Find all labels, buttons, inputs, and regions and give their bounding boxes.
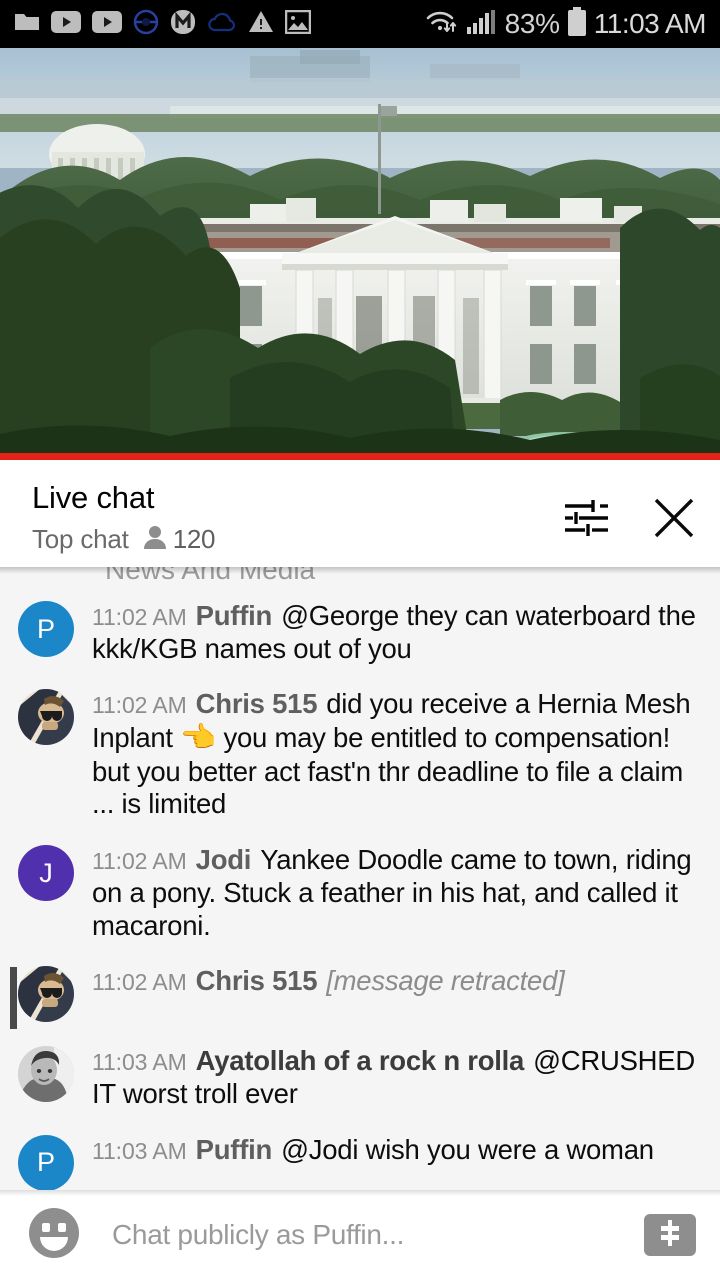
youtube-live-chat-screen: 83% 11:03 AM Live chat Top chat 120 News… [0,0,720,1280]
status-bar-notification-icons [14,9,312,40]
message-author[interactable]: Chris 515 [196,688,318,719]
man-sunglasses-photo [18,689,74,746]
clock-label: 11:03 AM [593,8,707,39]
white-house-video-frame [0,48,720,453]
message-body: @Jodi wish you were a woman [281,1133,654,1165]
avatar[interactable]: J [18,845,74,902]
message-text: 11:02 AM Jodi Yankee Doodle came to town, … [92,843,698,942]
chat-message-row[interactable]: P 11:03 AM Puffin @Jodi wish you were a wo… [0,1133,720,1190]
grayscale-portrait-photo [18,1046,74,1103]
live-chat-subheader: Top chat 120 [32,524,215,555]
chat-settings-button[interactable] [562,496,610,544]
image-icon [284,9,312,39]
retracted-indicator-bar [10,967,17,1030]
warning-icon [248,10,274,38]
live-chat-header-actions [562,480,698,544]
chat-message-row[interactable]: 11:03 AM Ayatollah of a rock n rolla @CRUS… [0,1044,720,1110]
close-x-icon [650,494,698,547]
avatar[interactable]: P [18,1134,74,1190]
avatar[interactable] [18,966,74,1023]
live-chat-titles: Live chat Top chat 120 [32,480,215,555]
video-play-icon [51,10,81,38]
chat-message-list[interactable]: News And Media P 11:02 AM Puffin @George t… [0,567,720,1190]
avatar-wrapper[interactable]: P [0,599,92,665]
pokeball-icon [133,9,159,40]
folder-icon [14,11,40,38]
avatar-initial: P [36,1147,55,1178]
avatar-initial: J [39,857,53,888]
emoji-smiley-icon [27,1206,81,1265]
message-text: 11:03 AM Puffin @Jodi wish you were a woma… [92,1133,698,1190]
message-author[interactable]: Puffin [196,600,273,631]
message-timestamp: 11:02 AM [92,848,187,875]
viewer-count: 120 [143,524,215,555]
viewer-count-label: 120 [172,524,216,554]
message-timestamp: 11:03 AM [92,1137,187,1164]
message-text: 11:02 AM Puffin @George they can waterboar… [92,599,698,665]
dollar-sign-icon [655,1218,685,1253]
clipped-message-above: News And Media [105,567,316,584]
message-author[interactable]: Jodi [196,844,252,875]
cloud-icon [207,11,237,38]
avatar-initial: P [36,613,55,644]
super-chat-button[interactable] [644,1214,696,1256]
avatar-wrapper[interactable] [0,1044,92,1110]
tune-sliders-icon [563,497,609,544]
cellular-signal-icon [466,9,498,40]
avatar[interactable]: P [18,601,74,657]
video-player[interactable] [0,48,720,453]
message-text: 11:02 AM Chris 515 [message retracted] [92,964,698,1022]
message-timestamp: 11:02 AM [92,692,187,719]
message-timestamp: 11:03 AM [92,1049,187,1076]
avatar-wrapper[interactable]: J [0,843,92,942]
retracted-message-label: [message retracted] [326,965,565,997]
avatar-wrapper[interactable] [0,687,92,821]
m-badge-icon [170,9,196,40]
person-icon [143,524,167,555]
messages-container: P 11:02 AM Puffin @George they can waterbo… [0,573,720,1190]
status-bar-system-icons: 83% 11:03 AM [425,6,707,42]
chat-input[interactable] [82,1219,644,1251]
message-author[interactable]: Ayatollah of a rock n rolla [196,1045,525,1076]
avatar[interactable] [18,1046,74,1103]
battery-full-icon [567,6,587,42]
message-author[interactable]: Chris 515 [196,965,318,996]
chat-message-row[interactable]: J 11:02 AM Jodi Yankee Doodle came to town… [0,843,720,942]
chat-message-row[interactable]: P 11:02 AM Puffin @George they can waterbo… [0,599,720,665]
chat-input-bar [0,1190,720,1280]
message-timestamp: 11:02 AM [92,604,187,630]
message-text: 11:03 AM Ayatollah of a rock n rolla @CRUS… [92,1044,698,1110]
message-text: 11:02 AM Chris 515 did you receive a Herni… [92,687,698,821]
avatar-wrapper[interactable]: P [0,1133,92,1190]
live-chat-header: Live chat Top chat 120 [0,460,720,567]
battery-percent-label: 83% [504,8,560,39]
android-status-bar: 83% 11:03 AM [0,0,720,48]
wifi-transfer-icon [425,9,459,40]
video-progress-bar[interactable] [0,453,720,460]
chat-message-row[interactable]: 11:02 AM Chris 515 did you receive a Herni… [0,687,720,821]
pointing-finger-emoji: 👈 [180,722,217,755]
message-author[interactable]: Puffin [196,1134,273,1165]
message-timestamp: 11:02 AM [92,969,187,996]
page-title: Live chat [32,480,155,515]
man-sunglasses-photo [18,966,74,1023]
close-chat-button[interactable] [650,496,698,544]
chat-mode-label[interactable]: Top chat [32,524,129,555]
avatar[interactable] [18,689,74,746]
chat-message-row-retracted[interactable]: 11:02 AM Chris 515 [message retracted] [0,964,720,1030]
video-play-icon [92,10,122,38]
emoji-picker-button[interactable] [26,1207,82,1263]
